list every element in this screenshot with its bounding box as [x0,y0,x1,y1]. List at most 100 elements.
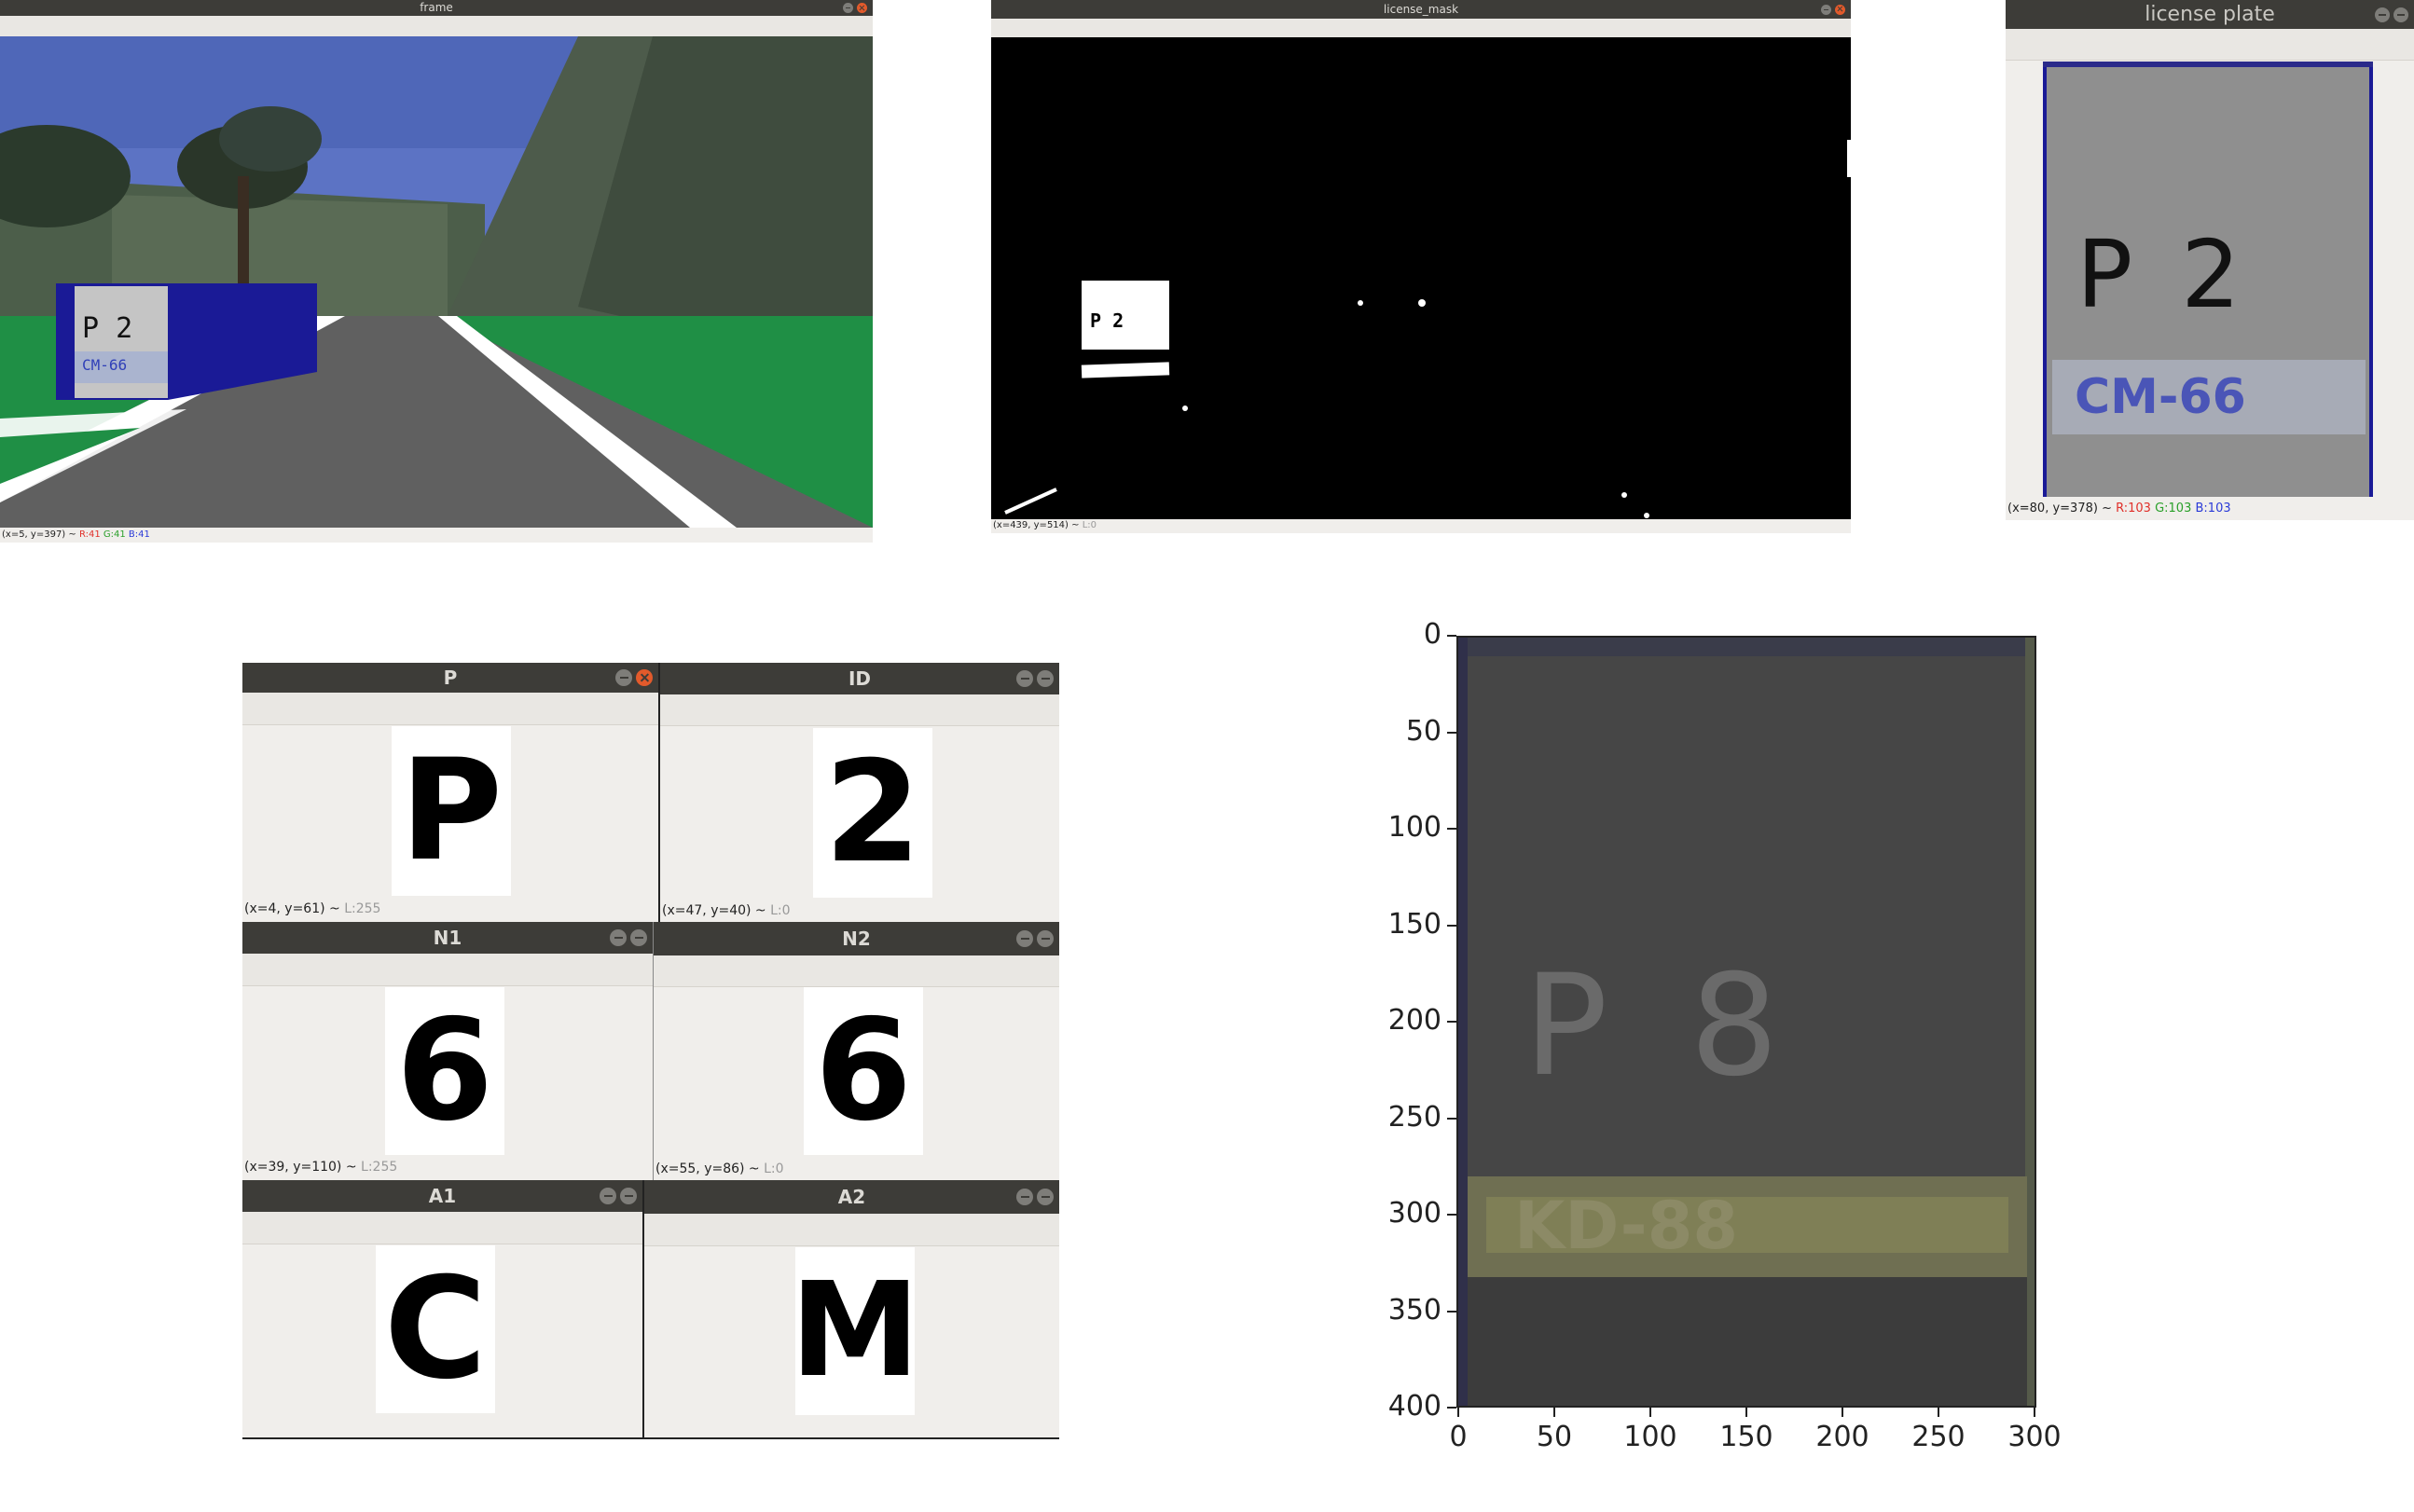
minimize-icon[interactable] [1016,930,1033,947]
status-g: G:103 [2155,502,2192,515]
status-bar: (x=47, y=40) ~ L:0 [662,903,791,918]
minimize-icon[interactable] [610,929,627,946]
char-image[interactable]: P [392,726,511,896]
window-title: ID [848,667,872,690]
close-icon[interactable] [620,1188,637,1204]
plate-titlebar[interactable]: license plate [2006,0,2414,29]
close-icon[interactable] [857,3,867,13]
status-coords: (x=80, y=378) ~ [2007,502,2112,515]
char-glyph: C [383,1248,488,1410]
x-tick-mark [1457,1408,1459,1417]
status-r: R:41 [78,529,101,540]
close-icon[interactable] [1037,670,1054,687]
license-mask-window: license_mask P 2 (x=439, y=514) ~ L:0 [991,0,1851,533]
x-tick-label: 0 [1449,1421,1468,1453]
minimize-icon[interactable] [2375,7,2390,22]
close-icon[interactable] [630,929,647,946]
frame-titlebar[interactable]: frame [0,0,873,16]
mask-image[interactable]: P 2 [991,37,1851,519]
minimize-icon[interactable] [1016,1189,1033,1205]
plot-bottom-text: KD-88 [1514,1188,1739,1264]
x-tick-label: 200 [1815,1421,1869,1453]
plate-bottom-text: CM-66 [82,356,128,374]
status-bar: (x=439, y=514) ~ L:0 [993,520,1097,530]
close-icon[interactable] [1037,930,1054,947]
toolbar [654,955,1059,987]
camera-frame-image[interactable]: P 2 CM-66 [0,36,873,528]
close-icon[interactable] [1037,1189,1054,1205]
minimize-icon[interactable] [1821,4,1831,15]
window-title: license plate [2145,3,2275,26]
status-level: L:0 [764,1161,784,1176]
toolbar [660,694,1059,726]
x-tick-mark [2034,1408,2035,1417]
close-icon[interactable] [636,669,653,686]
window-title: P [443,667,458,689]
minimize-icon[interactable] [615,669,632,686]
plot-image[interactable]: P 8 KD-88 [1456,636,2036,1408]
status-bar: (x=39, y=110) ~ L:255 [244,1160,397,1175]
close-icon[interactable] [2393,7,2408,22]
window-title: N1 [433,927,462,949]
status-coords: (x=55, y=86) ~ [655,1161,760,1176]
status-coords: (x=439, y=514) ~ [993,520,1080,530]
char-titlebar[interactable]: P [242,663,658,693]
minimize-icon[interactable] [843,3,853,13]
toolbar [0,16,873,37]
plot-figure: P 8 KD-88 0 50 100 150 200 250 300 350 400 0 50 10… [1343,618,2079,1464]
plate-top-text: P 2 [82,312,133,345]
y-tick-mark [1447,635,1456,637]
status-bar: (x=55, y=86) ~ L:0 [655,1161,784,1176]
status-level: L:255 [344,901,381,916]
char-glyph: P [400,730,503,892]
char-image[interactable]: C [376,1245,495,1413]
window-title: frame [420,1,453,14]
char-glyph: 2 [823,732,922,894]
minimize-icon[interactable] [1016,670,1033,687]
char-titlebar[interactable]: ID [660,663,1059,694]
plate-top-text: P 2 [2076,220,2250,329]
char-window-n1: N1 6 (x=39, y=110) ~ L:255 [242,922,654,1180]
mask-titlebar[interactable]: license_mask [991,0,1851,19]
y-tick-label: 50 [1405,714,1442,748]
char-glyph: 6 [395,990,494,1152]
status-level: L:255 [361,1160,398,1175]
toolbar [644,1214,1059,1246]
y-tick-label: 200 [1387,1004,1442,1037]
toolbar [242,693,658,725]
x-tick-label: 50 [1536,1421,1573,1453]
y-tick-mark [1447,1407,1456,1409]
char-titlebar[interactable]: N1 [242,922,653,954]
license-plate-window: license plate P 2 CM-66 (x=80, y=378) ~ … [2006,0,2414,520]
y-tick-label: 150 [1387,907,1442,941]
status-coords: (x=39, y=110) ~ [244,1160,357,1175]
status-coords: (x=47, y=40) ~ [662,903,766,918]
x-tick-mark [1938,1408,1939,1417]
y-tick-label: 300 [1387,1197,1442,1230]
y-tick-mark [1447,1021,1456,1023]
mask-plate-text: P 2 [1090,309,1124,332]
toolbar [242,1212,642,1244]
char-titlebar[interactable]: N2 [654,922,1059,955]
char-titlebar[interactable]: A1 [242,1180,642,1212]
plate-bottom-text: CM-66 [2075,369,2246,425]
status-level: L:0 [1082,520,1097,530]
char-titlebar[interactable]: A2 [644,1180,1059,1214]
window-title: license_mask [1383,3,1459,16]
toolbar [2006,29,2414,61]
close-icon[interactable] [1835,4,1845,15]
status-bar: (x=80, y=378) ~ R:103 G:103 B:103 [2007,502,2231,515]
status-coords: (x=4, y=61) ~ [244,901,340,916]
status-bar: (x=5, y=397) ~ R:41 G:41 B:41 [2,529,150,540]
minimize-icon[interactable] [600,1188,616,1204]
char-image[interactable]: 6 [385,987,504,1155]
status-b: B:103 [2195,502,2231,515]
y-tick-mark [1447,828,1456,830]
window-title: A2 [837,1186,866,1208]
plate-image[interactable]: P 2 CM-66 [2043,62,2373,497]
char-image[interactable]: M [790,1247,920,1415]
y-tick-mark [1447,924,1456,927]
char-image[interactable]: 2 [813,728,932,898]
window-title: A1 [428,1185,457,1207]
char-image[interactable]: 6 [804,987,923,1155]
